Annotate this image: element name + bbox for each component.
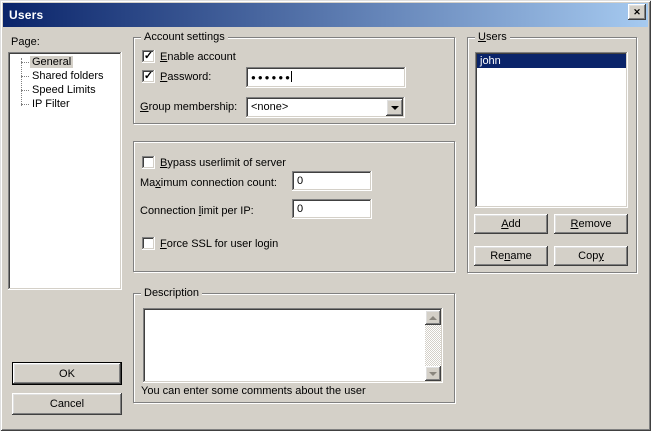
bypass-userlimit-label[interactable]: Bypass userlimit of server — [160, 157, 286, 169]
close-icon[interactable]: ✕ — [628, 4, 646, 20]
text-caret — [291, 71, 292, 82]
enable-account-label[interactable]: Enable account — [160, 51, 236, 63]
page-tree[interactable]: General Shared folders Speed Limits IP F… — [8, 52, 122, 290]
bypass-userlimit-checkbox[interactable] — [142, 156, 155, 169]
copy-button[interactable]: Copy — [554, 246, 628, 266]
enable-account-checkbox[interactable] — [142, 50, 155, 63]
ip-limit-input[interactable]: 0 — [292, 199, 372, 219]
users-dialog: Users ✕ Page: General Shared folders Spe… — [0, 0, 651, 431]
force-ssl-label[interactable]: Force SSL for user login — [160, 238, 278, 250]
remove-button[interactable]: Remove — [554, 214, 628, 234]
group-membership-label: Group membership: — [140, 101, 237, 113]
tree-item-shared-folders[interactable]: Shared folders — [8, 69, 122, 83]
scroll-up-icon[interactable] — [425, 310, 441, 325]
add-button[interactable]: Add — [474, 214, 548, 234]
description-caption: Description — [141, 287, 202, 299]
password-checkbox[interactable] — [142, 70, 155, 83]
description-textarea[interactable] — [143, 308, 443, 383]
users-list[interactable]: john — [475, 52, 628, 208]
force-ssl-checkbox[interactable] — [142, 237, 155, 250]
scroll-down-icon[interactable] — [425, 366, 441, 381]
list-item-john[interactable]: john — [477, 54, 626, 68]
chevron-down-icon[interactable] — [386, 99, 403, 116]
cancel-button[interactable]: Cancel — [12, 393, 122, 415]
rename-button[interactable]: Rename — [474, 246, 548, 266]
ip-limit-label: Connection limit per IP: — [140, 205, 254, 217]
account-settings-caption: Account settings — [141, 31, 228, 43]
password-input[interactable]: ●●●●●● — [246, 67, 406, 88]
ok-button[interactable]: OK — [12, 362, 122, 385]
group-membership-select[interactable]: <none> — [246, 97, 405, 118]
max-connections-input[interactable]: 0 — [292, 171, 372, 191]
tree-item-speed-limits[interactable]: Speed Limits — [8, 83, 122, 97]
tree-item-ip-filter[interactable]: IP Filter — [8, 97, 122, 111]
title-bar: Users — [3, 3, 648, 27]
password-label[interactable]: Password: — [160, 71, 211, 83]
window-title: Users — [9, 8, 43, 22]
page-label: Page: — [11, 36, 40, 48]
max-connections-label: Maximum connection count: — [140, 177, 277, 189]
description-hint: You can enter some comments about the us… — [141, 385, 366, 397]
vertical-scrollbar[interactable] — [425, 310, 441, 381]
tree-item-general[interactable]: General — [8, 55, 122, 69]
users-caption: Users — [475, 31, 510, 43]
